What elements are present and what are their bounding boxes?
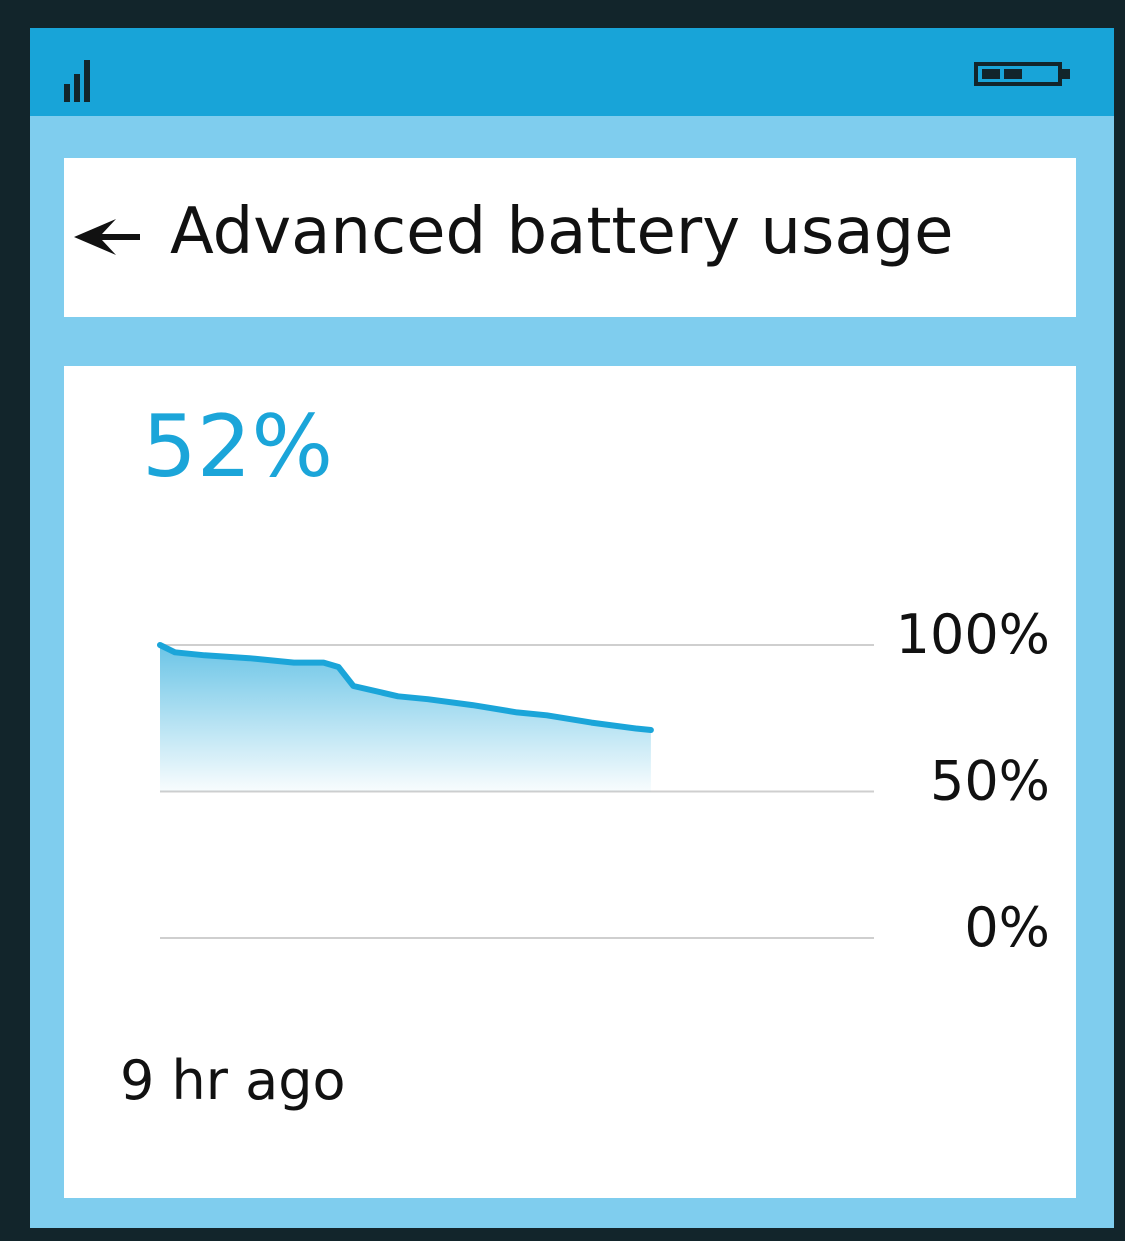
y-tick-label: 100% <box>896 603 1050 666</box>
signal-bars-icon <box>64 60 90 102</box>
battery-icon <box>974 62 1070 86</box>
header-card: Advanced battery usage <box>64 158 1076 317</box>
back-arrow-icon[interactable] <box>72 217 142 257</box>
phone-frame: Advanced battery usage 52% 100% 50% 0% 9 h… <box>0 0 1125 1241</box>
battery-chart-card: 52% 100% 50% 0% 9 hr ago <box>64 366 1076 1198</box>
y-tick-label: 0% <box>964 896 1050 959</box>
status-bar <box>30 28 1114 116</box>
phone-screen: Advanced battery usage 52% 100% 50% 0% 9 h… <box>30 28 1114 1228</box>
y-tick-label: 50% <box>930 750 1050 813</box>
history-start-label: 9 hr ago <box>120 1049 346 1112</box>
page-title: Advanced battery usage <box>170 195 954 269</box>
